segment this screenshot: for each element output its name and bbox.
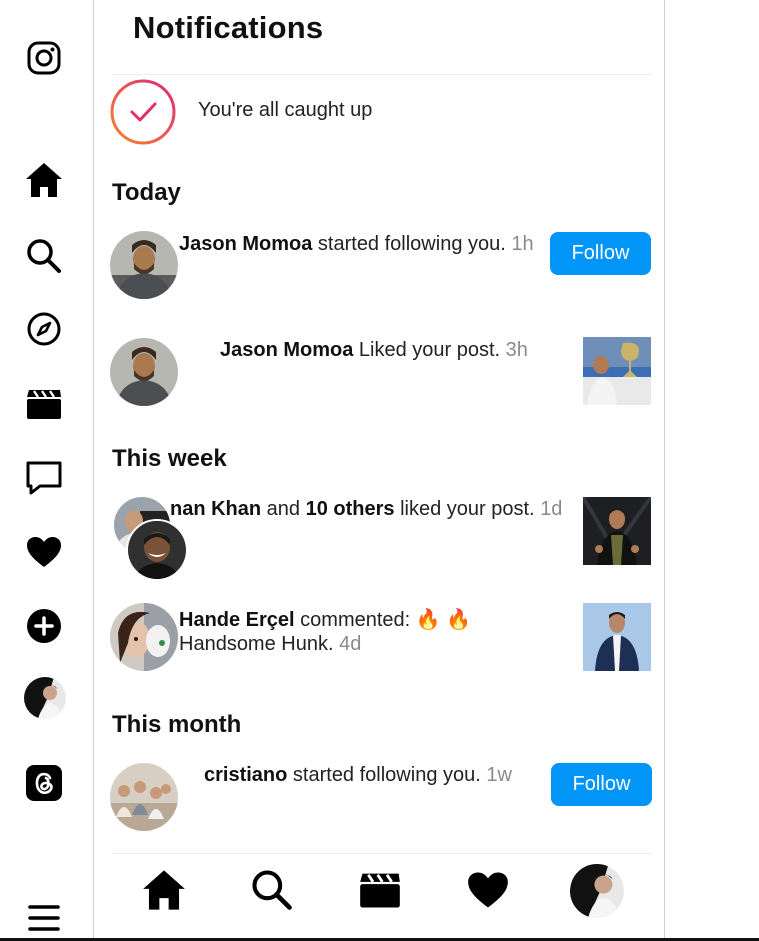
- reels-clapper-icon[interactable]: [352, 862, 408, 918]
- notification-actor[interactable]: Jason Momoa: [220, 339, 353, 361]
- caught-up-text: You're all caught up: [198, 99, 373, 121]
- explore-compass-icon[interactable]: [22, 307, 66, 351]
- page-title: Notifications: [133, 10, 324, 45]
- search-icon[interactable]: [22, 234, 66, 278]
- post-thumbnail[interactable]: [583, 337, 651, 405]
- section-heading-this-week: This week: [112, 445, 227, 472]
- notification-message: started following you.: [287, 764, 481, 786]
- instagram-logo-icon[interactable]: [22, 36, 66, 80]
- messages-bubble-icon[interactable]: [22, 456, 66, 500]
- notification-message: Liked your post.: [353, 339, 501, 361]
- notification-others[interactable]: 10 others: [306, 498, 395, 520]
- notification-text: Jason Momoa Liked your post. 3h: [220, 338, 528, 362]
- avatar[interactable]: [110, 231, 178, 299]
- notification-text: Hande Erçel commented: 🔥 🔥 Handsome Hunk.…: [179, 608, 471, 656]
- notification-time: 3h: [505, 339, 528, 361]
- notification-message: liked your post.: [394, 498, 535, 520]
- avatar[interactable]: [126, 519, 188, 581]
- notification-actor[interactable]: Hande Erçel: [179, 609, 295, 631]
- notifications-heart-icon[interactable]: [22, 530, 66, 574]
- follow-button[interactable]: Follow: [550, 232, 651, 275]
- avatar[interactable]: [110, 603, 178, 671]
- notification-text: Jason Momoa started following you. 1h: [179, 232, 534, 256]
- section-heading-this-month: This month: [112, 711, 242, 738]
- notification-time: 4d: [339, 633, 362, 655]
- post-thumbnail[interactable]: [583, 497, 651, 565]
- notification-actor[interactable]: cristiano: [204, 764, 287, 786]
- create-plus-icon[interactable]: [22, 604, 66, 648]
- bottom-nav-divider: [111, 853, 651, 854]
- heart-icon[interactable]: [460, 862, 516, 918]
- profile-avatar[interactable]: [24, 677, 66, 719]
- reels-clapper-icon[interactable]: [22, 382, 66, 426]
- notification-message: started following you.: [312, 233, 506, 255]
- header-divider: [111, 74, 651, 75]
- avatar[interactable]: [110, 338, 178, 406]
- post-thumbnail[interactable]: [583, 603, 651, 671]
- search-icon[interactable]: [244, 862, 300, 918]
- comment-text: Handsome Hunk.: [179, 633, 334, 655]
- menu-hamburger-icon[interactable]: [22, 898, 66, 938]
- notification-message: commented: 🔥 🔥: [294, 609, 472, 631]
- notification-conjunction: and: [261, 498, 306, 520]
- profile-avatar[interactable]: [570, 864, 624, 918]
- notification-time: 1w: [486, 764, 512, 786]
- section-heading-today: Today: [112, 179, 181, 206]
- follow-button[interactable]: Follow: [551, 763, 652, 806]
- threads-icon[interactable]: [22, 761, 66, 805]
- notification-text: cristiano started following you. 1w: [204, 763, 512, 787]
- avatar[interactable]: [110, 763, 178, 831]
- notification-actor[interactable]: nan Khan: [170, 498, 261, 520]
- notification-text: nan Khan and 10 others liked your post. …: [170, 497, 562, 521]
- caught-up-check-icon: [110, 79, 176, 145]
- sidebar: [0, 0, 94, 941]
- home-icon[interactable]: [136, 862, 192, 918]
- home-icon[interactable]: [22, 158, 66, 202]
- notification-actor[interactable]: Jason Momoa: [179, 233, 312, 255]
- notification-time: 1h: [511, 233, 534, 255]
- notification-time: 1d: [540, 498, 563, 520]
